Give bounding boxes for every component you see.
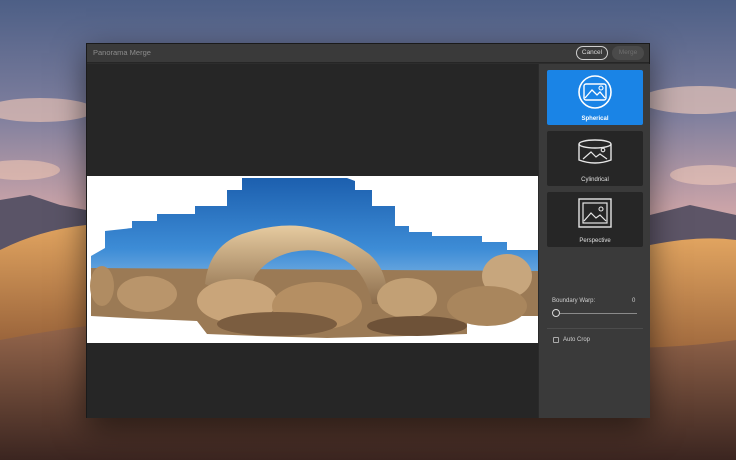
panorama-merge-dialog: Panorama Merge Cancel Merge Spherical Cy… — [86, 43, 650, 418]
auto-crop-label: Auto Crop — [563, 337, 591, 343]
projection-cylindrical[interactable]: Cylindrical — [547, 131, 643, 186]
boundary-warp-slider-thumb[interactable] — [552, 309, 560, 317]
settings-divider — [547, 328, 643, 329]
boundary-warp-label: Boundary Warp: — [552, 298, 596, 304]
spherical-icon — [578, 75, 612, 109]
auto-crop-checkbox[interactable] — [553, 337, 559, 343]
panorama-preview-image — [87, 176, 538, 343]
cancel-button[interactable]: Cancel — [576, 46, 608, 60]
boundary-warp-slider-track[interactable] — [556, 313, 637, 314]
projection-perspective-label: Perspective — [579, 238, 611, 244]
projection-cylindrical-label: Cylindrical — [581, 177, 609, 183]
cylindrical-icon — [578, 139, 612, 164]
boundary-warp-value: 0 — [632, 298, 636, 304]
projection-perspective[interactable]: Perspective — [547, 192, 643, 247]
merge-settings-panel: Spherical Cylindrical Perspective Bounda… — [538, 64, 650, 418]
dialog-titlebar: Panorama Merge Cancel Merge — [87, 44, 649, 63]
perspective-icon — [578, 198, 612, 228]
projection-spherical-label: Spherical — [581, 116, 609, 122]
projection-spherical[interactable]: Spherical — [547, 70, 643, 125]
panorama-preview-area — [87, 64, 538, 418]
merge-button[interactable]: Merge — [612, 46, 644, 60]
dialog-title: Panorama Merge — [93, 48, 151, 57]
